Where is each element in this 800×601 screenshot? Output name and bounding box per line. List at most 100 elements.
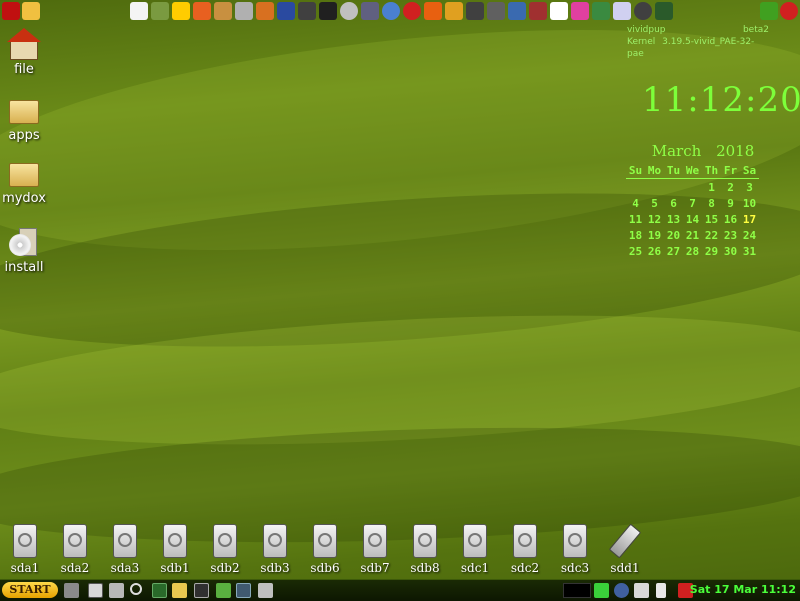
calendar-weekday: Th xyxy=(702,164,721,179)
drive-label: sdb8 xyxy=(410,561,440,575)
files-icon[interactable] xyxy=(172,583,187,598)
disc-burner-icon[interactable] xyxy=(193,2,211,20)
calendar-day: 8 xyxy=(708,197,715,210)
refresh-icon[interactable] xyxy=(760,2,778,20)
tools-icon[interactable] xyxy=(235,2,253,20)
calendar-day: 5 xyxy=(651,197,658,210)
drive-icon-sda2[interactable]: sda2 xyxy=(51,524,99,575)
monitor-icon[interactable] xyxy=(508,2,526,20)
calendar-grid: Su Mo Tu We Th Fr Sa 1 2 3 4 5 6 7 8 9 10 11 12 13 14 15 16 17… xyxy=(626,164,759,259)
system-info: vividpup beta2 Kernel 3.19.5-vivid_PAE-3… xyxy=(627,24,769,60)
network-icon[interactable] xyxy=(361,2,379,20)
desktop-icon-label: install xyxy=(4,260,44,275)
hard-drive-icon xyxy=(113,524,137,558)
wizard-icon[interactable] xyxy=(592,2,610,20)
key-icon[interactable] xyxy=(109,583,124,598)
drive-icon[interactable] xyxy=(151,2,169,20)
calendar-week: 18 19 20 21 22 23 24 xyxy=(626,227,759,243)
drive-icon-sdc1[interactable]: sdc1 xyxy=(451,524,499,575)
window-icon[interactable] xyxy=(88,583,103,598)
webcam-icon[interactable] xyxy=(340,2,358,20)
chrome-icon[interactable] xyxy=(382,2,400,20)
battery-icon[interactable] xyxy=(656,583,666,598)
save-icon[interactable] xyxy=(277,2,295,20)
drive-label: sdb6 xyxy=(310,561,340,575)
drive-icon-sdb6[interactable]: sdb6 xyxy=(301,524,349,575)
drive-label: sdb1 xyxy=(160,561,190,575)
desktop-icon-apps[interactable]: apps xyxy=(0,94,54,143)
folder-icon xyxy=(7,94,41,126)
brightness-icon[interactable] xyxy=(172,2,190,20)
scanner-icon[interactable] xyxy=(655,2,673,20)
desktop-icon-file[interactable]: file xyxy=(0,28,54,77)
clock-icon[interactable] xyxy=(634,2,652,20)
calendar-day: 25 xyxy=(628,245,643,258)
network-status-icon[interactable] xyxy=(594,583,609,598)
hard-drive-icon xyxy=(213,524,237,558)
volume-icon[interactable] xyxy=(634,583,649,598)
pencils-icon[interactable] xyxy=(445,2,463,20)
vlc-icon[interactable] xyxy=(424,2,442,20)
drive-icon-sdd1[interactable]: sdd1 xyxy=(601,523,649,575)
drive-label: sdb7 xyxy=(360,561,390,575)
calendar-day: 7 xyxy=(689,197,696,210)
drive-icon-sdc2[interactable]: sdc2 xyxy=(501,524,549,575)
calendar-day: 20 xyxy=(666,229,681,242)
drive-icon-sdb8[interactable]: sdb8 xyxy=(401,524,449,575)
calendar-weekday: Tu xyxy=(664,164,683,179)
hard-drive-icon xyxy=(413,524,437,558)
distro-name: vividpup xyxy=(627,25,666,35)
edit-icon[interactable] xyxy=(216,583,231,598)
media-icon[interactable] xyxy=(487,2,505,20)
console-icon[interactable] xyxy=(194,583,209,598)
pointer-icon[interactable] xyxy=(550,2,568,20)
pen-icon[interactable] xyxy=(258,583,273,598)
menu-down-arrow-icon[interactable] xyxy=(2,2,20,20)
drive-icon-sdc3[interactable]: sdc3 xyxy=(551,524,599,575)
drive-icon-sdb1[interactable]: sdb1 xyxy=(151,524,199,575)
drive-icon-sda1[interactable]: sda1 xyxy=(1,524,49,575)
globe-icon[interactable] xyxy=(614,583,629,598)
drive-label: sdc2 xyxy=(510,561,540,575)
calendar-day xyxy=(645,179,664,196)
calendar-day xyxy=(683,179,702,196)
color-icon[interactable] xyxy=(571,2,589,20)
chart-icon[interactable] xyxy=(613,2,631,20)
taskbar: START Sat 17 Mar 11:12 xyxy=(0,579,800,601)
camera-icon[interactable] xyxy=(298,2,316,20)
drive-label: sda1 xyxy=(10,561,40,575)
power-icon[interactable] xyxy=(780,2,798,20)
cow-icon[interactable] xyxy=(130,2,148,20)
drive-icon-sdb7[interactable]: sdb7 xyxy=(351,524,399,575)
network-icon[interactable] xyxy=(64,583,79,598)
xwindow-icon[interactable] xyxy=(214,2,232,20)
package-icon[interactable] xyxy=(256,2,274,20)
desktop-icon-install[interactable]: install xyxy=(0,226,54,275)
flag-icon[interactable] xyxy=(529,2,547,20)
search-icon[interactable] xyxy=(130,583,142,595)
drive-icon-sda3[interactable]: sda3 xyxy=(101,524,149,575)
calendar-weekday: Su xyxy=(626,164,645,179)
taskbar-clock[interactable]: Sat 17 Mar 11:12 xyxy=(690,583,796,596)
notes-icon[interactable] xyxy=(22,2,40,20)
cross-icon[interactable] xyxy=(319,2,337,20)
calendar-day: 9 xyxy=(727,197,734,210)
calendar-weekday: Sa xyxy=(740,164,759,179)
drive-icon-sdb2[interactable]: sdb2 xyxy=(201,524,249,575)
calendar-day: 16 xyxy=(723,213,738,226)
start-button[interactable]: START xyxy=(2,582,58,598)
calendar-day: 21 xyxy=(685,229,700,242)
calendar-day: 28 xyxy=(685,245,700,258)
hard-drive-icon xyxy=(513,524,537,558)
camera-icon-2[interactable] xyxy=(466,2,484,20)
drive-label: sdd1 xyxy=(610,561,640,575)
drive-icon-sdb3[interactable]: sdb3 xyxy=(251,524,299,575)
terminal-icon[interactable] xyxy=(152,583,167,598)
desktop-switch-icon[interactable] xyxy=(236,583,251,598)
calendar-day: 18 xyxy=(628,229,643,242)
opera-icon[interactable] xyxy=(403,2,421,20)
drive-label: sda2 xyxy=(60,561,90,575)
desktop-icon-mydox[interactable]: mydox xyxy=(0,157,54,206)
calendar-day xyxy=(664,179,683,196)
top-panel xyxy=(0,0,800,22)
